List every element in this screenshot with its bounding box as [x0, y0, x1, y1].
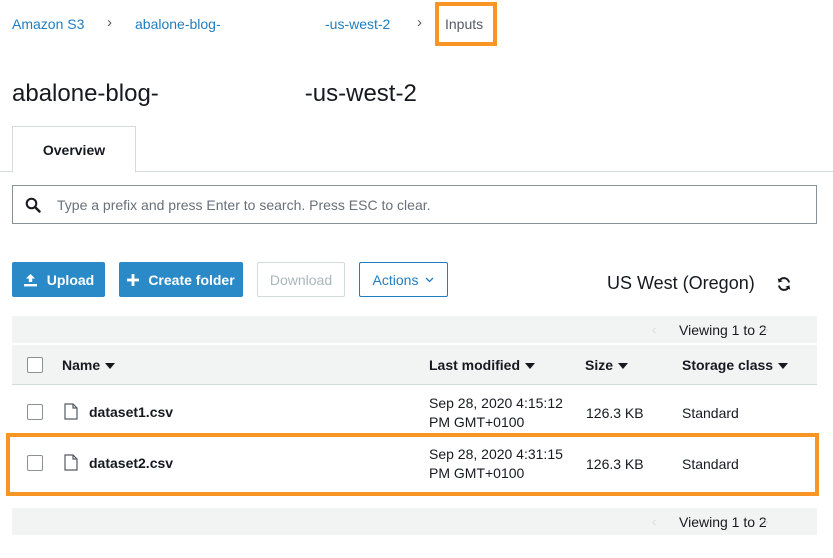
region-label: US West (Oregon) [607, 273, 755, 293]
upload-button-label: Upload [46, 271, 95, 288]
sort-caret-icon [618, 363, 629, 370]
pager-next-icon[interactable]: › [764, 514, 768, 529]
create-folder-button-label: Create folder [148, 271, 235, 288]
table-header: Name Last modified Size Storage class [12, 345, 817, 385]
breadcrumb-bucket-suffix[interactable]: -us-west-2 [325, 16, 390, 32]
last-modified-cell: Sep 28, 2020 4:15:12 PM GMT+0100 [429, 394, 563, 432]
pager-top-text: Viewing 1 to 2 [679, 322, 767, 338]
actions-dropdown-label: Actions [372, 271, 419, 288]
column-header-size[interactable]: Size [585, 357, 629, 373]
pager-prev-icon[interactable]: ‹ [652, 322, 656, 337]
column-header-name-label: Name [62, 357, 101, 373]
search-input[interactable] [57, 186, 807, 223]
column-header-name[interactable]: Name [62, 357, 116, 373]
row-checkbox[interactable] [27, 404, 43, 420]
breadcrumb-separator: › [107, 14, 112, 31]
download-button[interactable]: Download [257, 262, 345, 297]
sort-caret-icon [525, 363, 536, 370]
actions-dropdown[interactable]: Actions [359, 262, 448, 297]
redaction-block [228, 14, 324, 36]
column-header-last-modified-label: Last modified [429, 357, 521, 373]
highlight-inputs-box [435, 2, 497, 46]
size-cell: 126.3 KB [586, 405, 644, 421]
pager-next-icon[interactable]: › [764, 322, 768, 337]
highlight-dataset2-box [6, 433, 819, 496]
plus-icon [127, 273, 140, 286]
select-all-checkbox[interactable] [27, 357, 43, 373]
tab-bar: Overview [0, 126, 833, 173]
search-box [12, 185, 817, 224]
column-header-size-label: Size [585, 357, 614, 373]
last-modified-line1: Sep 28, 2020 4:15:12 [429, 395, 563, 411]
upload-button[interactable]: Upload [12, 262, 105, 297]
page-title-prefix: abalone-blog- [12, 80, 159, 107]
upload-icon [23, 273, 38, 287]
pager-bottom: ‹ Viewing 1 to 2 › [12, 508, 817, 535]
page-title: abalone-blog- -us-west-2 [12, 80, 417, 108]
column-header-storage-class-label: Storage class [682, 357, 774, 373]
create-folder-button[interactable]: Create folder [119, 262, 243, 297]
refresh-icon[interactable] [776, 276, 792, 292]
last-modified-line2: PM GMT+0100 [429, 414, 525, 430]
chevron-down-icon [425, 277, 434, 283]
tab-overview[interactable]: Overview [12, 126, 136, 173]
breadcrumb: Amazon S3 › abalone-blog- -us-west-2 › I… [0, 0, 833, 50]
column-header-storage-class[interactable]: Storage class [682, 357, 789, 373]
sort-caret-icon [778, 363, 789, 370]
sort-caret-icon [105, 363, 116, 370]
search-icon [25, 197, 41, 213]
breadcrumb-bucket-prefix[interactable]: abalone-blog- [135, 16, 221, 32]
column-header-last-modified[interactable]: Last modified [429, 357, 536, 373]
pager-top: ‹ Viewing 1 to 2 › [12, 316, 817, 343]
file-icon [64, 403, 78, 420]
pager-bottom-text: Viewing 1 to 2 [679, 514, 767, 530]
storage-class-cell: Standard [682, 405, 739, 421]
breadcrumb-separator: › [417, 14, 422, 31]
file-name-link[interactable]: dataset1.csv [89, 404, 173, 420]
breadcrumb-amazon-s3[interactable]: Amazon S3 [12, 16, 84, 32]
pager-prev-icon[interactable]: ‹ [652, 514, 656, 529]
page-title-suffix: -us-west-2 [304, 80, 417, 107]
table-row[interactable]: dataset1.csv Sep 28, 2020 4:15:12 PM GMT… [12, 386, 817, 437]
